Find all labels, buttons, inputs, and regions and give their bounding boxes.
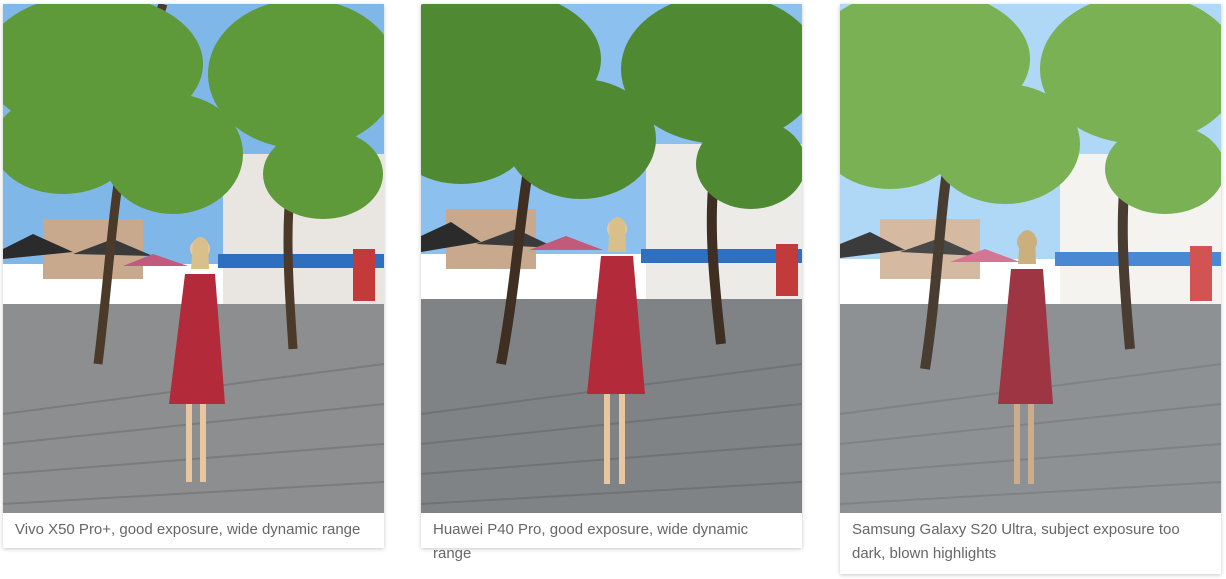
comparison-photo-vivo[interactable] bbox=[3, 4, 384, 513]
comparison-photo-huawei[interactable] bbox=[421, 4, 802, 513]
photo-card-vivo: Vivo X50 Pro+, good exposure, wide dynam… bbox=[3, 4, 384, 548]
photo-card-samsung: Samsung Galaxy S20 Ultra, subject exposu… bbox=[840, 4, 1221, 574]
comparison-photo-samsung[interactable] bbox=[840, 4, 1221, 513]
photo-card-huawei: Huawei P40 Pro, good exposure, wide dyna… bbox=[421, 4, 802, 562]
photo-caption: Huawei P40 Pro, good exposure, wide dyna… bbox=[421, 513, 802, 562]
photo-caption: Samsung Galaxy S20 Ultra, subject exposu… bbox=[840, 513, 1221, 574]
photo-caption: Vivo X50 Pro+, good exposure, wide dynam… bbox=[3, 513, 384, 548]
